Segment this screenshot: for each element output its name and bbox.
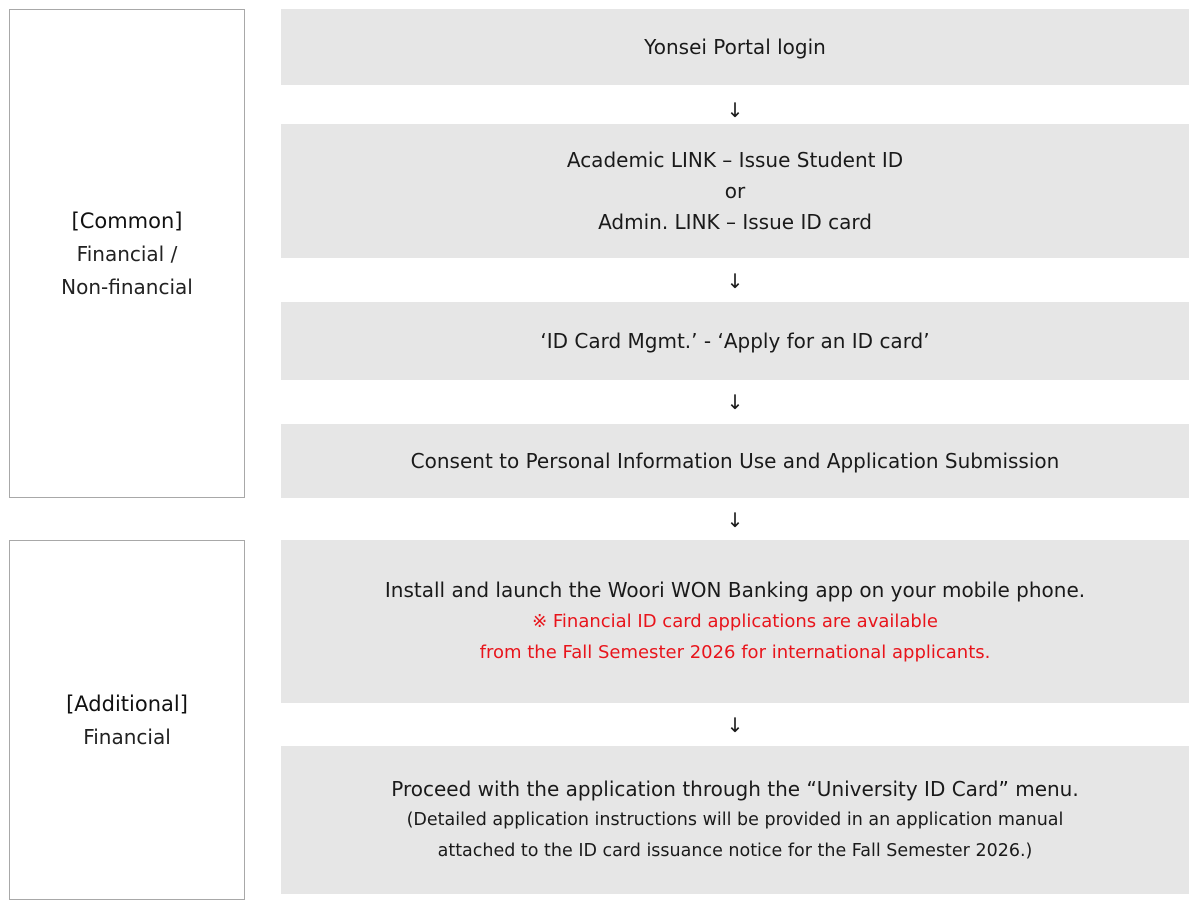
step-portal-login-text: Yonsei Portal login xyxy=(644,34,826,59)
step-link-issue: Academic LINK – Issue Student ID or Admi… xyxy=(281,124,1189,258)
common-section-line2: Non-financial xyxy=(61,274,193,299)
step-detail-line2: attached to the ID card issuance notice … xyxy=(437,840,1033,861)
additional-section-label: [Additional] Financial xyxy=(9,540,245,900)
step-notice-line1: ※ Financial ID card applications are ava… xyxy=(532,611,938,632)
common-section-line1: Financial / xyxy=(76,241,178,266)
step-or-text: or xyxy=(724,178,746,203)
step-id-card-mgmt-text: ‘ID Card Mgmt.’ - ‘Apply for an ID card’ xyxy=(540,328,930,353)
step-install-app: Install and launch the Woori WON Banking… xyxy=(281,540,1189,703)
step-id-card-mgmt: ‘ID Card Mgmt.’ - ‘Apply for an ID card’ xyxy=(281,302,1189,380)
flow-arrow-4: ↓ xyxy=(726,508,744,532)
common-section-title: [Common] xyxy=(71,208,183,233)
step-consent-text: Consent to Personal Information Use and … xyxy=(410,448,1060,473)
step-portal-login: Yonsei Portal login xyxy=(281,9,1189,85)
flow-arrow-2: ↓ xyxy=(726,269,744,293)
additional-section-title: [Additional] xyxy=(66,691,188,716)
flow-arrow-1: ↓ xyxy=(726,98,744,122)
step-detail-line1: (Detailed application instructions will … xyxy=(406,809,1064,830)
common-section-label: [Common] Financial / Non-financial xyxy=(9,9,245,498)
additional-section-line1: Financial xyxy=(83,724,171,749)
step-proceed-text: Proceed with the application through the… xyxy=(391,776,1079,801)
step-consent: Consent to Personal Information Use and … xyxy=(281,424,1189,498)
step-admin-link-text: Admin. LINK – Issue ID card xyxy=(598,209,872,234)
step-notice-line2: from the Fall Semester 2026 for internat… xyxy=(479,642,991,663)
step-install-app-text: Install and launch the Woori WON Banking… xyxy=(384,578,1086,602)
flow-arrow-3: ↓ xyxy=(726,390,744,414)
flow-arrow-5: ↓ xyxy=(726,713,744,737)
step-academic-link-text: Academic LINK – Issue Student ID xyxy=(566,147,904,172)
step-proceed: Proceed with the application through the… xyxy=(281,746,1189,894)
